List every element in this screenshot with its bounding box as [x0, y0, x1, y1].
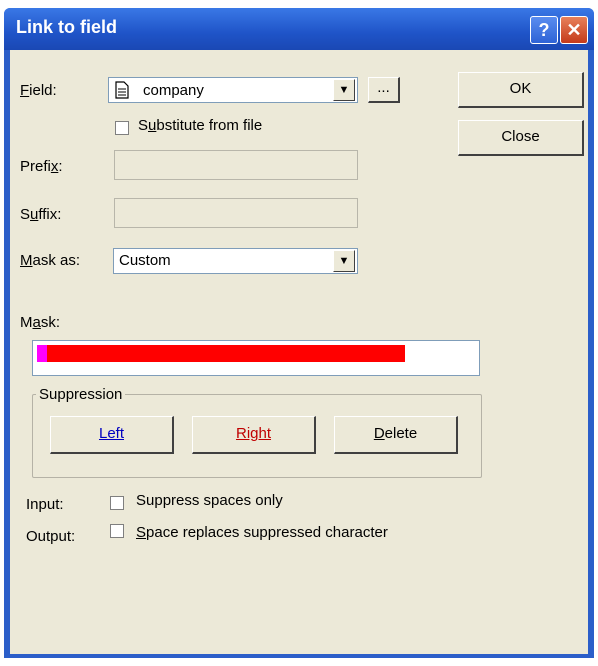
close-button[interactable]: Close	[458, 120, 584, 156]
space-replaces-checkbox[interactable]	[110, 524, 124, 538]
field-label: Field:	[20, 82, 57, 99]
suffix-label: Suffix:	[20, 206, 62, 223]
title-bar: Link to field ? ✕	[4, 8, 594, 50]
suppress-spaces-only-checkbox[interactable]	[110, 496, 124, 510]
mask-start-marker	[37, 345, 47, 362]
dialog-title: Link to field	[16, 17, 117, 37]
dialog-body: Field: company ▼ ... Substitute from fil…	[10, 50, 588, 654]
suppress-right-button[interactable]: Right	[192, 416, 316, 454]
suffix-input[interactable]	[114, 198, 358, 228]
ok-button[interactable]: OK	[458, 72, 584, 108]
prefix-input[interactable]	[114, 150, 358, 180]
suppress-spaces-only-label: Suppress spaces only	[136, 492, 283, 509]
close-window-button[interactable]: ✕	[560, 16, 588, 44]
mask-as-dropdown-arrow[interactable]: ▼	[333, 250, 355, 272]
delete-button-label: Delete	[373, 425, 418, 442]
mask-as-value: Custom	[119, 252, 171, 269]
mask-as-label: Mask as:	[20, 252, 81, 269]
left-button-label: Left	[98, 425, 125, 442]
suppress-left-button[interactable]: Left	[50, 416, 174, 454]
prefix-label: Prefix:	[20, 158, 63, 175]
field-browse-button[interactable]: ...	[368, 77, 400, 103]
output-label: Output:	[26, 528, 76, 545]
field-value: company	[143, 82, 204, 99]
mask-as-combobox[interactable]: Custom ▼	[113, 248, 358, 274]
delete-button[interactable]: Delete	[334, 416, 458, 454]
mask-label: Mask:	[20, 314, 61, 331]
input-label: Input:	[26, 496, 64, 513]
mask-fill-bar	[47, 345, 405, 362]
substitute-from-file-label: Substitute from file	[138, 117, 263, 134]
field-dropdown-arrow[interactable]: ▼	[333, 79, 355, 101]
mask-field[interactable]	[32, 340, 480, 376]
space-replaces-label: Space replaces suppressed character	[136, 524, 388, 541]
dialog-window: Link to field ? ✕ Field: company ▼ ... S…	[4, 8, 594, 658]
document-icon	[115, 81, 129, 103]
help-button[interactable]: ?	[530, 16, 558, 44]
field-combobox[interactable]: company ▼	[108, 77, 358, 103]
suppression-title: Suppression	[36, 386, 126, 403]
substitute-from-file-checkbox[interactable]	[115, 121, 129, 135]
right-button-label: Right	[235, 425, 272, 442]
